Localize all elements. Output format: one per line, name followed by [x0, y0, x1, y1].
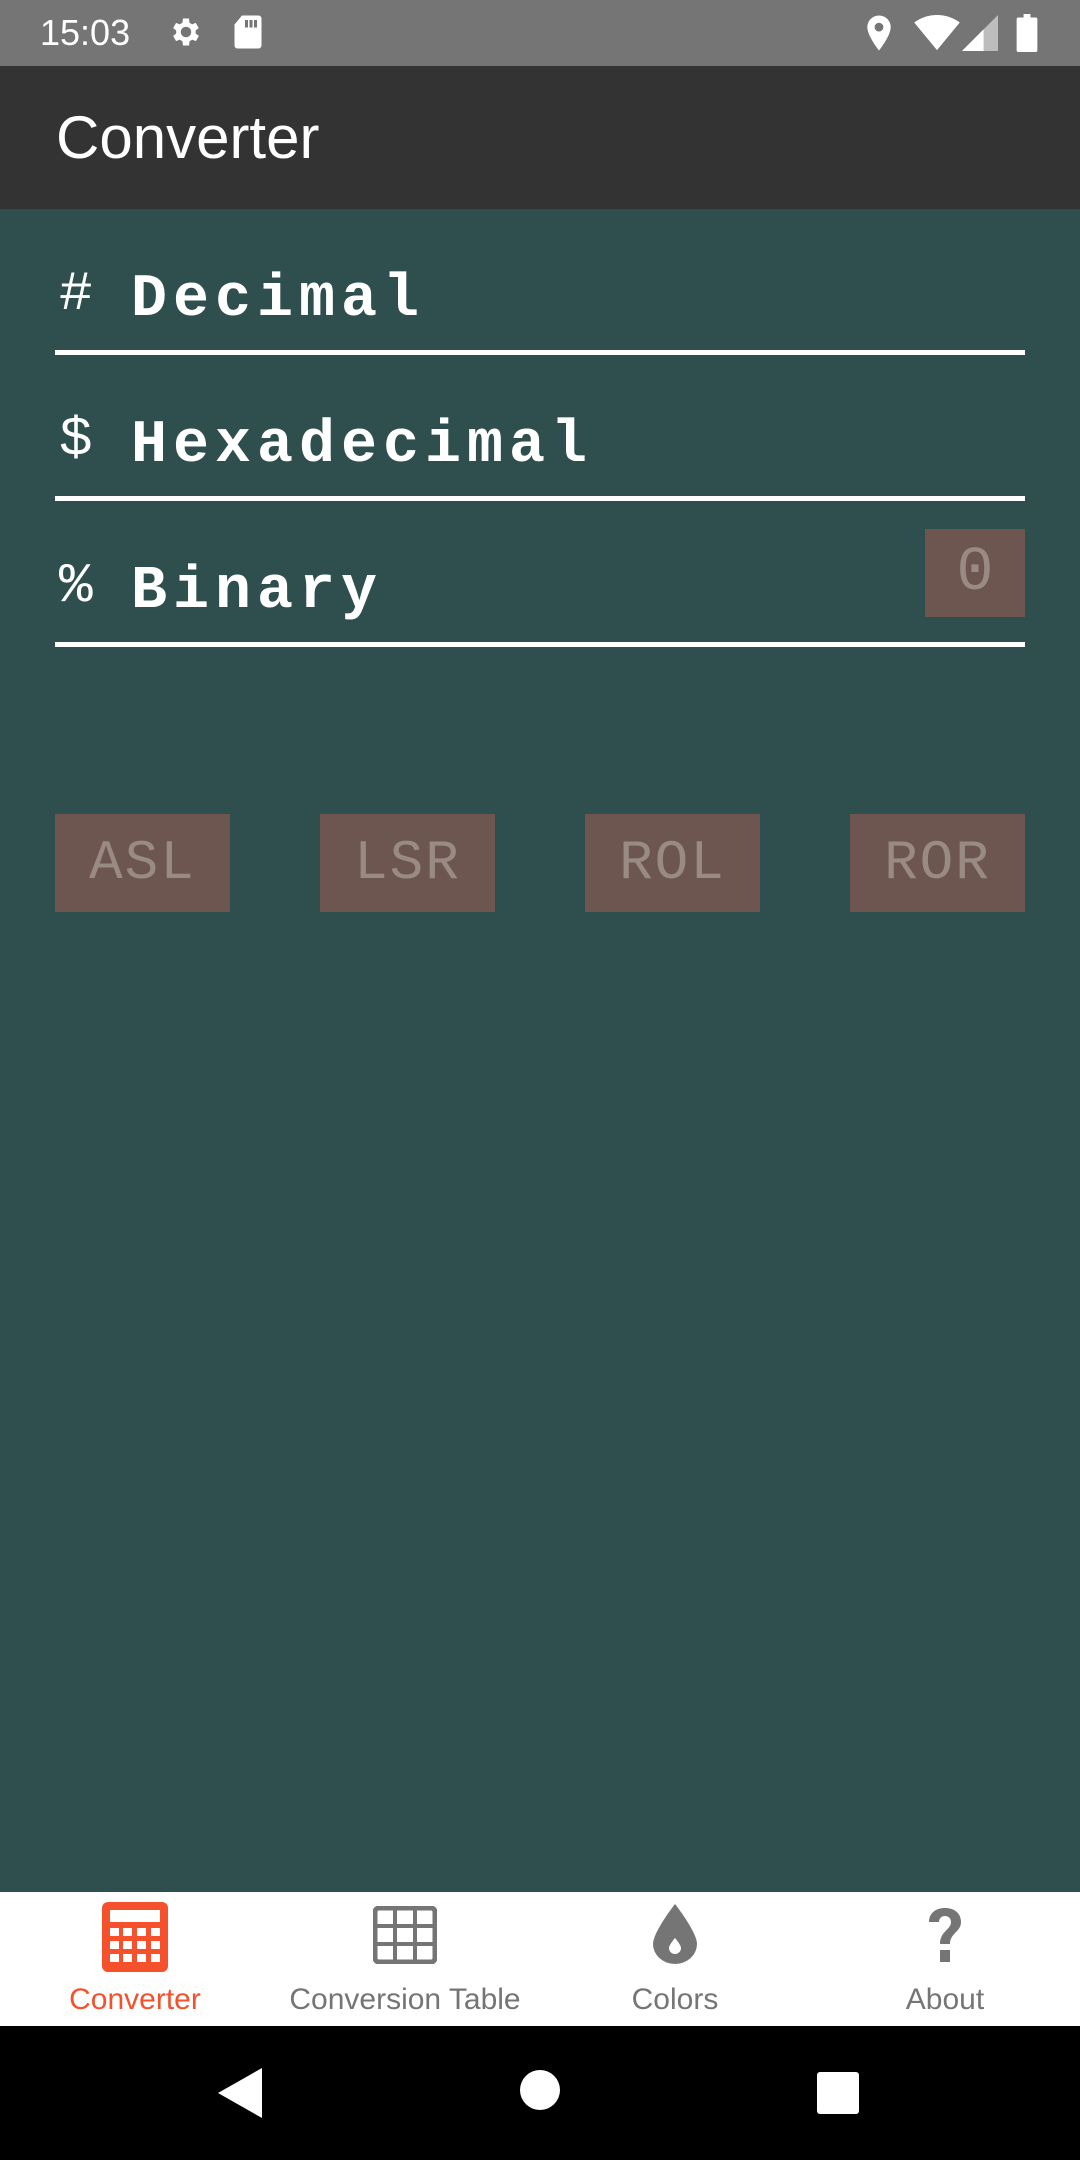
hexadecimal-prefix: $ — [59, 408, 93, 472]
nav-item-colors[interactable]: Colors — [540, 1892, 810, 2026]
sd-card-icon — [232, 14, 264, 55]
binary-bit-count-badge: 0 — [925, 529, 1025, 617]
bottom-navigation: Converter Conversion Table Colors About — [0, 1892, 1080, 2026]
drop-icon — [653, 1904, 697, 1969]
hexadecimal-input[interactable] — [131, 411, 831, 481]
home-icon[interactable] — [520, 2070, 560, 2115]
binary-input[interactable] — [131, 557, 831, 627]
hexadecimal-field: $ — [55, 355, 1025, 501]
status-bar: 15:03 — [0, 0, 1080, 66]
page-title: Converter — [56, 104, 320, 171]
decimal-input[interactable] — [131, 265, 831, 335]
status-time: 15:03 — [40, 12, 131, 53]
nav-item-conversion-table[interactable]: Conversion Table — [270, 1892, 540, 2026]
nav-item-converter[interactable]: Converter — [0, 1892, 270, 2026]
nav-label-about: About — [905, 1983, 985, 2016]
battery-icon — [1016, 14, 1038, 57]
settings-icon — [168, 14, 204, 55]
calculator-icon — [102, 1902, 168, 1977]
nav-item-about[interactable]: About — [810, 1892, 1080, 2026]
system-navigation-bar — [0, 2026, 1080, 2160]
rol-button[interactable]: ROL — [585, 814, 760, 912]
lsr-button[interactable]: LSR — [320, 814, 495, 912]
converter-content: # $ % 0 ASL LSR ROL ROR — [0, 209, 1080, 1892]
binary-field: % 0 — [55, 501, 1025, 647]
wifi-icon — [914, 14, 960, 57]
decimal-field: # — [55, 209, 1025, 355]
nav-label-colors: Colors — [631, 1983, 719, 2016]
asl-button[interactable]: ASL — [55, 814, 230, 912]
back-icon[interactable] — [218, 2068, 262, 2123]
nav-label-converter: Converter — [69, 1983, 201, 2016]
help-icon — [925, 1906, 965, 1969]
app-bar: Converter — [0, 66, 1080, 209]
location-icon — [864, 14, 894, 57]
decimal-prefix: # — [59, 262, 93, 326]
ror-button[interactable]: ROR — [850, 814, 1025, 912]
shift-button-row: ASL LSR ROL ROR — [55, 814, 1025, 912]
nav-label-conversion-table: Conversion Table — [289, 1983, 521, 2016]
table-icon — [372, 1905, 438, 1969]
recents-icon[interactable] — [817, 2072, 859, 2119]
signal-icon — [962, 14, 998, 57]
binary-prefix: % — [59, 554, 93, 618]
